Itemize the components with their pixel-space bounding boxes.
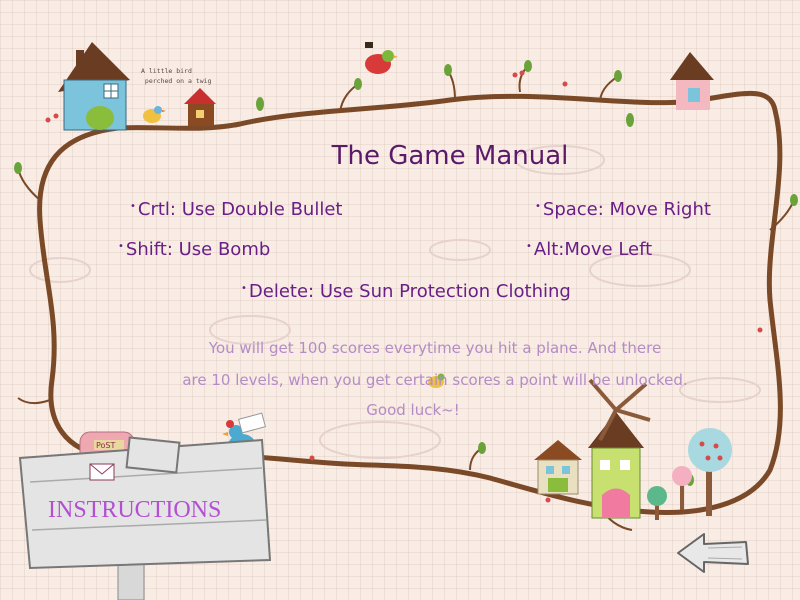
control-move-right: Space: Move Right xyxy=(535,199,711,220)
pink-house-icon xyxy=(670,52,714,110)
control-sun-protection: Delete: Use Sun Protection Clothing xyxy=(241,281,571,302)
bird-caption: A little bird perched on a twig xyxy=(141,67,212,85)
green-house-icon xyxy=(534,440,582,495)
red-house-icon xyxy=(184,88,216,126)
control-move-left: Alt:Move Left xyxy=(526,239,652,260)
back-arrow-icon xyxy=(677,533,749,573)
vine-leaves xyxy=(14,60,798,486)
blue-house-icon xyxy=(58,42,130,131)
control-bomb: Shift: Use Bomb xyxy=(118,239,270,260)
post-label: PoST xyxy=(96,441,116,450)
instructions-screen: PoST A little bird perched on a twig The… xyxy=(0,0,800,600)
back-button[interactable] xyxy=(674,530,752,576)
manual-title: The Game Manual xyxy=(331,141,569,171)
description-line-3: Good luck~! xyxy=(366,401,460,419)
red-bird-icon xyxy=(365,42,398,74)
description-line-1: You will get 100 scores everytime you hi… xyxy=(208,339,662,357)
control-double-bullet: Crtl: Use Double Bullet xyxy=(130,199,343,220)
instructions-sign-label: INSTRUCTIONS xyxy=(48,497,222,523)
yellow-bird-icon xyxy=(143,106,166,123)
description-line-2: are 10 levels, when you get certain scor… xyxy=(182,371,688,389)
